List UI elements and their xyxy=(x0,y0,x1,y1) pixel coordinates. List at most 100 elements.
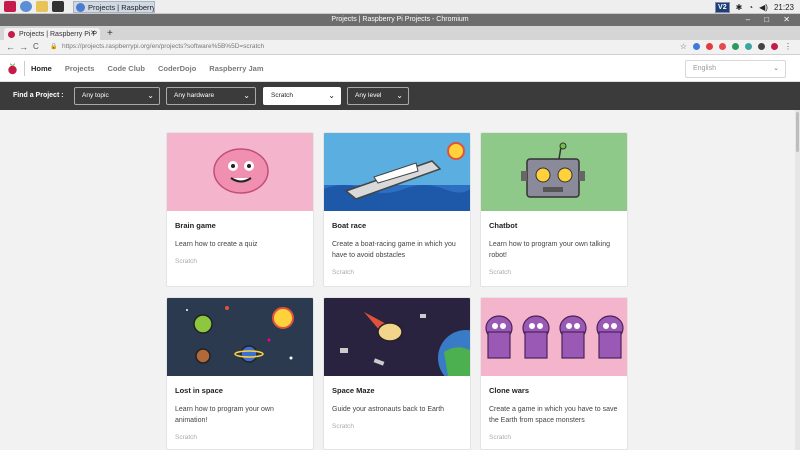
window-titlebar: Projects | Raspberry Pi Projects - Chrom… xyxy=(0,14,800,26)
project-thumbnail xyxy=(324,298,470,386)
brain-icon xyxy=(213,148,269,194)
project-tag: Scratch xyxy=(332,423,355,430)
translate-icon[interactable] xyxy=(693,43,700,50)
project-tag: Scratch xyxy=(489,434,512,441)
hardware-value: Any hardware xyxy=(174,92,215,99)
language-select[interactable]: English ⌄ xyxy=(685,60,786,78)
language-value: English xyxy=(693,65,716,72)
profile-icon[interactable] xyxy=(771,43,778,50)
software-value: Scratch xyxy=(271,92,294,99)
lock-icon: 🔒 xyxy=(50,44,58,50)
reload-icon[interactable]: C xyxy=(33,42,39,51)
raspberry-menu-icon[interactable] xyxy=(4,1,16,12)
project-title: Boat race xyxy=(332,221,367,230)
project-title: Chatbot xyxy=(489,221,518,230)
chevron-down-icon: ⌄ xyxy=(328,91,335,100)
project-title: Clone wars xyxy=(489,386,530,395)
main-nav: Home Projects Code Club CoderDojo Raspbe… xyxy=(31,55,277,82)
chromium-icon xyxy=(76,2,85,12)
file-manager-icon[interactable] xyxy=(36,1,48,12)
topic-select[interactable]: Any topic ⌄ xyxy=(74,87,160,105)
chevron-down-icon: ⌄ xyxy=(396,91,403,100)
project-thumbnail xyxy=(324,133,470,211)
project-thumbnail xyxy=(481,133,627,211)
vnc-icon[interactable]: V2 xyxy=(715,1,730,13)
window-controls[interactable]: ‒ □ ✕ xyxy=(746,14,796,26)
project-title: Space Maze xyxy=(332,386,375,395)
boat-icon xyxy=(324,142,470,211)
project-card-chatbot[interactable]: Chatbot Learn how to program your own ta… xyxy=(480,132,628,287)
hardware-select[interactable]: Any hardware ⌄ xyxy=(166,87,256,105)
tab-close-icon[interactable]: ✕ xyxy=(90,29,96,37)
nav-projects[interactable]: Projects xyxy=(65,64,95,73)
project-description: Learn how to program your own talking ro… xyxy=(489,241,611,259)
clock: 21:23 xyxy=(773,2,794,12)
project-card-brain-game[interactable]: Brain game Learn how to create a quiz Sc… xyxy=(166,132,314,287)
wifi-icon[interactable]: ◔ xyxy=(748,3,753,12)
project-tag: Scratch xyxy=(175,258,198,265)
taskbar-window-label: Projects | Raspberry ... xyxy=(88,2,155,12)
system-tray: V2 ✱ ◔ ◀) 21:23 xyxy=(715,0,800,14)
software-select[interactable]: Scratch ⌄ xyxy=(263,87,341,105)
chevron-down-icon: ⌄ xyxy=(773,65,779,72)
page-scrollbar[interactable] xyxy=(795,110,800,450)
extension-green-icon[interactable] xyxy=(732,43,739,50)
window-title: Projects | Raspberry Pi Projects - Chrom… xyxy=(331,16,469,23)
project-card-boat-race[interactable]: Boat race Create a boat-racing game in w… xyxy=(323,132,471,287)
nav-raspberry-jam[interactable]: Raspberry Jam xyxy=(209,64,263,73)
topic-value: Any topic xyxy=(82,92,109,99)
back-arrow-icon[interactable]: ← xyxy=(6,42,15,52)
project-tag: Scratch xyxy=(489,269,512,276)
extension-teal-icon[interactable] xyxy=(745,43,752,50)
nav-coderdojo[interactable]: CoderDojo xyxy=(158,64,196,73)
bookmark-star-icon[interactable]: ☆ xyxy=(680,43,687,51)
terminal-icon[interactable] xyxy=(52,1,64,12)
project-thumbnail xyxy=(167,298,313,376)
new-tab-button[interactable]: + xyxy=(107,28,113,39)
project-tag: Scratch xyxy=(332,269,355,276)
planets-icon xyxy=(186,306,294,364)
address-bar[interactable]: https://projects.raspberrypi.org/en/proj… xyxy=(62,43,264,50)
forward-arrow-icon[interactable]: → xyxy=(19,42,28,52)
extension-dark-icon[interactable] xyxy=(758,43,765,50)
project-title: Brain game xyxy=(175,221,216,230)
volume-icon[interactable]: ◀) xyxy=(759,3,768,12)
project-description: Learn how to program your own animation! xyxy=(175,406,274,424)
bluetooth-icon[interactable]: ✱ xyxy=(736,3,743,12)
chevron-down-icon: ⌄ xyxy=(243,91,250,100)
project-thumbnail xyxy=(167,133,313,211)
browser-tab[interactable]: Projects | Raspberry Pi P ✕ xyxy=(4,28,100,40)
level-select[interactable]: Any level ⌄ xyxy=(347,87,409,105)
robot-icon xyxy=(521,142,585,198)
project-card-space-maze[interactable]: Space Maze Guide your astronauts back to… xyxy=(323,297,471,450)
scrollbar-thumb[interactable] xyxy=(796,112,799,152)
project-title: Lost in space xyxy=(175,386,223,395)
raspberry-favicon-icon xyxy=(8,30,15,38)
project-card-clone-wars[interactable]: Clone wars Create a game in which you ha… xyxy=(480,297,628,450)
menu-kebab-icon[interactable]: ⋮ xyxy=(784,43,792,51)
project-description: Create a boat-racing game in which you h… xyxy=(332,241,456,259)
tab-strip: Projects | Raspberry Pi P ✕ xyxy=(0,26,800,40)
taskbar-window-button[interactable]: Projects | Raspberry ... xyxy=(73,1,155,13)
site-header: Home Projects Code Club CoderDojo Raspbe… xyxy=(0,55,800,82)
browser-toolbar: ← → C 🔒 https://projects.raspberrypi.org… xyxy=(0,40,800,55)
space-monsters-icon xyxy=(485,315,624,359)
browser-launcher-icon[interactable] xyxy=(20,1,32,12)
project-tag: Scratch xyxy=(175,434,198,441)
filter-label: Find a Project : xyxy=(13,92,64,99)
project-description: Guide your astronauts back to Earth xyxy=(332,406,445,413)
extension-red-icon[interactable] xyxy=(719,43,726,50)
extension-icons: ☆ ⋮ xyxy=(680,43,792,51)
project-description: Learn how to create a quiz xyxy=(175,241,258,248)
adblock-icon[interactable] xyxy=(706,43,713,50)
raspberry-pi-logo-icon[interactable] xyxy=(7,62,18,75)
tab-title: Projects | Raspberry Pi P xyxy=(19,30,98,38)
project-card-lost-in-space[interactable]: Lost in space Learn how to program your … xyxy=(166,297,314,450)
spaceship-icon xyxy=(340,312,470,386)
level-value: Any level xyxy=(355,92,382,99)
filter-bar: Find a Project : Any topic ⌄ Any hardware… xyxy=(0,82,800,110)
nav-home[interactable]: Home xyxy=(31,64,52,73)
nav-code-club[interactable]: Code Club xyxy=(107,64,145,73)
chevron-down-icon: ⌄ xyxy=(147,91,154,100)
project-thumbnail xyxy=(481,298,627,376)
